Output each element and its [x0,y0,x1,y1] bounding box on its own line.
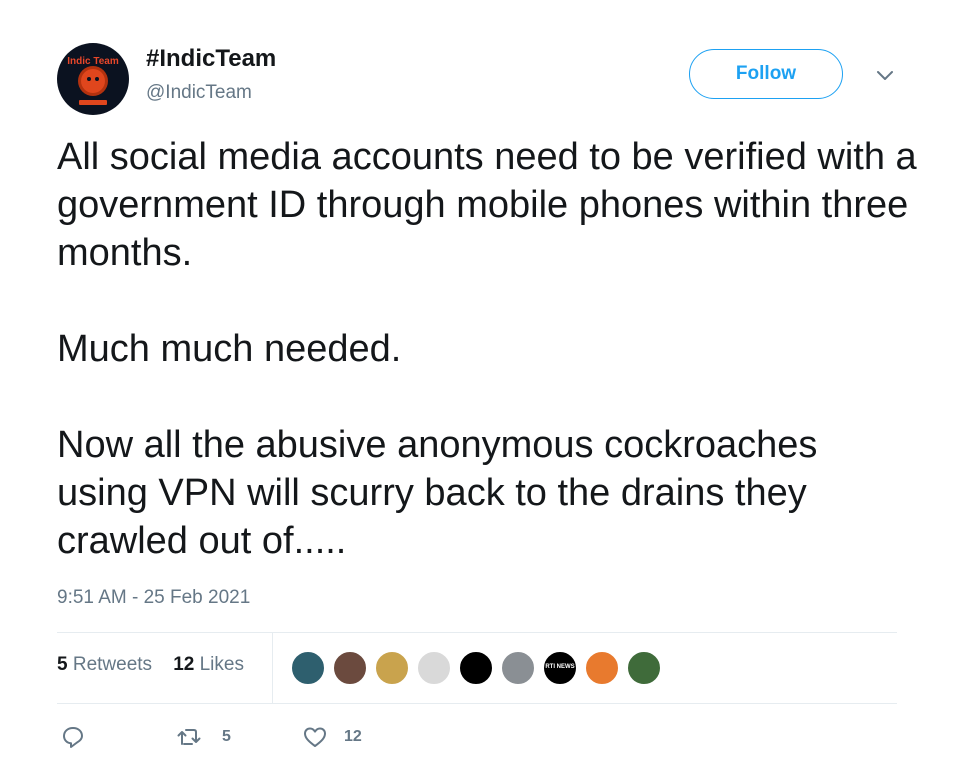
reply-icon [63,727,83,748]
liker-avatar-6[interactable] [500,650,536,686]
like-button[interactable]: 12 [302,724,362,750]
retweets-label: Retweets [72,654,153,675]
divider [272,633,273,703]
author-handle[interactable]: @IndicTeam [146,82,252,104]
like-count: 12 [344,728,362,745]
liker-avatar-3[interactable] [374,650,410,686]
liker-avatar-7[interactable]: RTI NEWS [542,650,578,686]
liker-avatar-label: RTI NEWS [545,664,575,670]
divider [57,632,897,633]
retweets-stat[interactable]: 5 Retweets [57,654,152,675]
liker-avatar-8[interactable] [584,650,620,686]
avatar-brand-text: Indic Team [67,56,119,67]
liker-avatar-1[interactable] [290,650,326,686]
author-avatar[interactable]: Indic Team [57,43,129,115]
likes-label: Likes [199,654,244,675]
liker-avatar-9[interactable] [626,650,662,686]
tweet-paragraph: Much much needed. [57,328,402,370]
follow-button[interactable]: Follow [689,49,843,99]
chevron-down-icon[interactable] [874,65,896,87]
engagement-stats: 5 Retweets 12 Likes [57,654,244,676]
divider [57,703,897,704]
avatar-banner [79,100,107,105]
author-name[interactable]: #IndicTeam [146,45,276,73]
heart-icon [304,727,326,747]
tweet-text: All social media accounts need to be ver… [57,133,917,565]
tweet-paragraph: All social media accounts need to be ver… [57,136,917,274]
liker-avatar-5[interactable] [458,650,494,686]
retweet-button[interactable]: 5 [176,724,231,750]
tweet-paragraph: Now all the abusive anonymous cockroache… [57,424,818,562]
likes-stat[interactable]: 12 Likes [173,654,244,675]
retweet-icon [177,729,201,745]
likes-count: 12 [173,654,195,675]
liker-avatar-4[interactable] [416,650,452,686]
reply-button[interactable] [60,724,86,750]
liker-avatar-2[interactable] [332,650,368,686]
tweet-timestamp[interactable]: 9:51 AM - 25 Feb 2021 [57,587,250,609]
retweet-count: 5 [222,728,231,745]
lion-logo-icon [81,69,105,93]
retweets-count: 5 [57,654,68,675]
